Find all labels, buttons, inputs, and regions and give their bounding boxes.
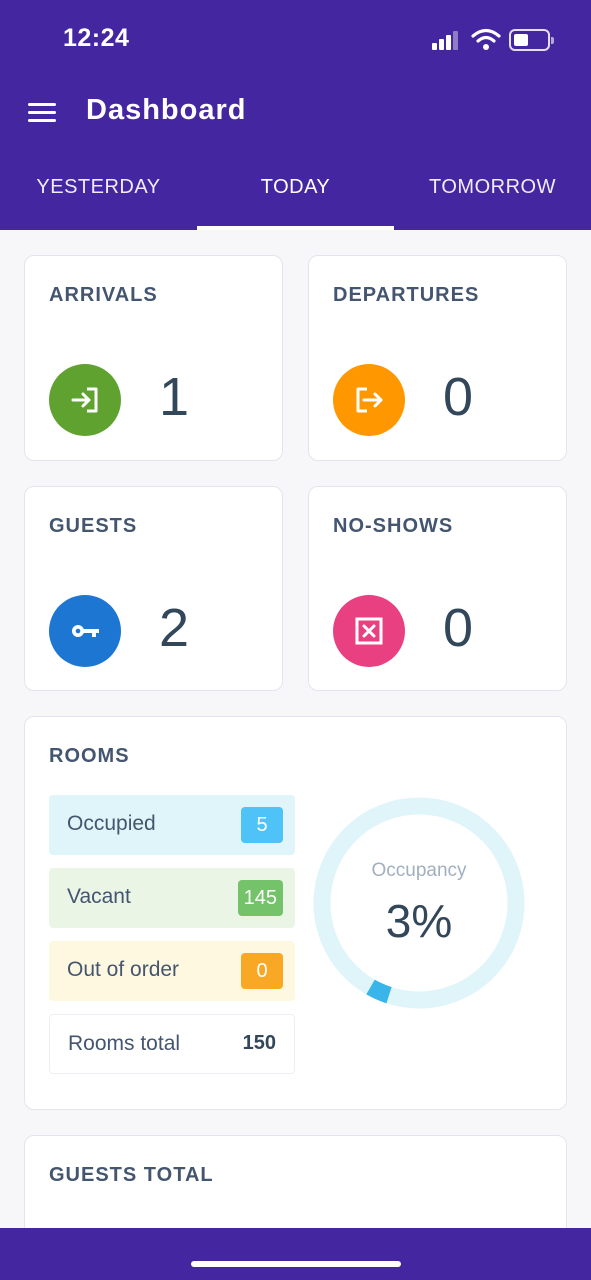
status-bar: 12:24 [0,0,591,80]
arrivals-title: ARRIVALS [49,284,158,306]
app-header: 12:24 Dashboard YESTERDAY TODAY TOMORROW [0,0,591,230]
no-shows-count: 0 [443,598,474,658]
active-tab-indicator [197,226,394,230]
rooms-title: ROOMS [49,745,130,767]
tab-yesterday[interactable]: YESTERDAY [0,176,197,230]
departures-card[interactable]: DEPARTURES 0 [308,255,567,461]
out-of-order-badge: 0 [241,953,283,989]
vacant-row[interactable]: Vacant 145 [49,868,295,928]
departures-count: 0 [443,367,474,427]
guests-title: GUESTS [49,515,138,537]
vacant-badge: 145 [237,880,283,916]
bottom-bar [0,1228,591,1280]
battery-icon [509,29,554,51]
out-of-order-label: Out of order [67,958,180,981]
logout-arrow-icon [333,364,405,436]
tab-tomorrow[interactable]: TOMORROW [394,176,591,230]
rooms-total-row: Rooms total 150 [49,1014,295,1074]
menu-icon[interactable] [28,103,56,123]
arrivals-count: 1 [159,367,190,427]
page-title: Dashboard [86,94,247,126]
close-box-icon [333,595,405,667]
rooms-total-value: 150 [242,1032,276,1054]
no-shows-title: NO-SHOWS [333,515,454,537]
rooms-card: ROOMS Occupied 5 Vacant 145 Out of order… [24,716,567,1110]
wifi-icon [471,28,501,50]
occupied-row[interactable]: Occupied 5 [49,795,295,855]
arrivals-card[interactable]: ARRIVALS 1 [24,255,283,461]
guests-total-title: GUESTS TOTAL [49,1164,214,1186]
occupancy-value: 3% [385,895,453,947]
vacant-label: Vacant [67,885,131,908]
status-time: 12:24 [63,24,130,52]
guests-card[interactable]: GUESTS 2 [24,486,283,691]
rooms-total-label: Rooms total [68,1032,181,1055]
home-indicator[interactable] [191,1261,401,1267]
login-arrow-icon [49,364,121,436]
occupied-label: Occupied [67,812,156,835]
tab-today[interactable]: TODAY [197,176,394,230]
occupied-badge: 5 [241,807,283,843]
departures-title: DEPARTURES [333,284,480,306]
occupancy-label: Occupancy [371,860,467,881]
key-icon [49,595,121,667]
cellular-signal-icon [432,30,462,50]
no-shows-card[interactable]: NO-SHOWS 0 [308,486,567,691]
guests-count: 2 [159,598,190,658]
out-of-order-row[interactable]: Out of order 0 [49,941,295,1001]
